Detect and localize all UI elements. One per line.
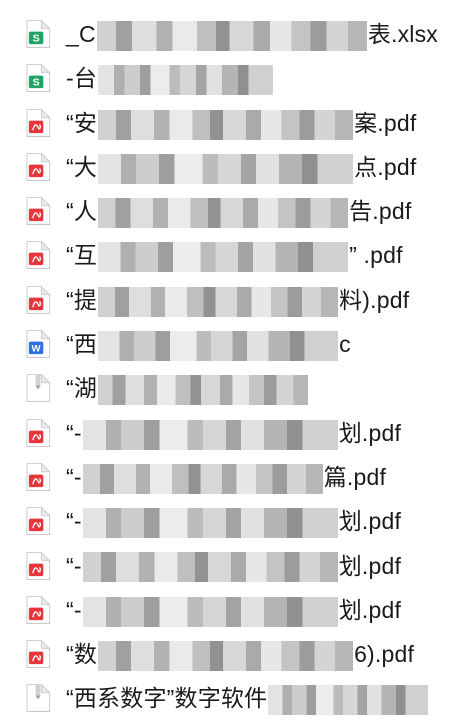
pdf-icon [26,285,51,315]
file-name-extension: c [339,331,351,358]
pdf-icon [26,108,51,138]
file-name-prefix: “西系数字”数字软件 [66,685,268,712]
file-row[interactable]: “湖 [0,366,450,410]
redacted-mosaic [268,685,429,716]
redacted-mosaic [98,153,354,184]
file-row[interactable]: “- 划.pdf [0,588,450,632]
redacted-mosaic [98,331,339,361]
file-row[interactable]: “互 ” .pdf [0,233,450,277]
redacted-mosaic [98,641,354,672]
file-row[interactable]: “- 篇.pdf [0,455,450,499]
file-row[interactable]: S -台 [0,56,450,100]
word-document-icon: W [26,330,51,359]
file-name-prefix: “- [66,419,82,446]
file-name-prefix: “互 [66,242,98,269]
redacted-mosaic [82,419,338,450]
file-name-prefix: “- [66,463,82,490]
redacted-mosaic [98,109,354,140]
spreadsheet-icon: S [26,64,51,93]
redacted-mosaic [82,508,338,539]
redacted-mosaic [98,65,274,96]
file-row[interactable]: W “西 c [0,322,450,366]
file-name-extension: 告.pdf [349,198,412,225]
file-name-extension: 划.pdf [338,419,402,446]
file-row[interactable]: “安 案.pdf [0,101,450,145]
file-name-extension: 6).pdf [354,641,415,668]
file-row[interactable]: “大 点.pdf [0,145,450,189]
file-name: “数 6).pdf [66,632,414,676]
file-name: “- 篇.pdf [66,455,386,499]
svg-text:W: W [32,344,42,355]
file-name-prefix: “湖 [66,375,98,402]
file-name: “人 告.pdf [66,189,411,233]
file-name-prefix: “- [66,508,82,535]
file-name-prefix: “提 [66,286,98,313]
file-row[interactable]: “- 划.pdf [0,499,450,543]
file-name-prefix: “大 [66,153,98,180]
file-name-extension: 表.xlsx [367,21,439,47]
file-name-prefix: “数 [66,641,98,668]
file-name: “提 料).pdf [66,278,409,322]
file-name-extension: 划.pdf [338,552,402,579]
pdf-icon [26,595,51,625]
file-name: “安 案.pdf [66,101,416,145]
file-row[interactable]: “提 料).pdf [0,278,450,322]
file-name-extension: 划.pdf [338,508,402,535]
file-row[interactable]: “- 划.pdf [0,544,450,588]
file-name: “互 ” .pdf [66,233,403,277]
file-name: “大 点.pdf [66,145,416,189]
file-name-prefix: “- [66,552,82,579]
file-name-prefix: “- [66,596,82,623]
file-name: “- 划.pdf [66,411,401,455]
file-name-extension: 点.pdf [354,153,417,180]
redacted-mosaic [98,242,349,273]
file-name: “- 划.pdf [66,588,401,632]
file-row[interactable]: S _C 表.xlsx [0,12,450,56]
pdf-icon [26,197,51,226]
file-row[interactable]: “- 划.pdf [0,411,450,455]
spreadsheet-icon: S [26,20,51,49]
redacted-mosaic [82,463,323,494]
file-name: “西 c [66,322,351,366]
file-row[interactable]: “人 告.pdf [0,189,450,233]
pdf-icon [26,507,51,536]
generic-file-icon [26,374,51,403]
file-row[interactable]: “数 6).pdf [0,632,450,676]
redacted-mosaic [98,286,339,317]
redacted-mosaic [96,20,367,51]
file-name-prefix: “安 [66,109,98,136]
file-name: “湖 [66,366,309,410]
file-name: _C 表.xlsx [66,12,438,56]
svg-text:S: S [33,33,40,45]
file-row[interactable]: “西系数字”数字软件 [0,676,450,720]
file-name: “- 划.pdf [66,499,401,543]
file-name-prefix: -台 [66,65,98,92]
pdf-icon [26,152,51,182]
file-list: S _C 表.xlsx S -台 “安 案.pdf “大 点.pdf “人 告.pdf “互 ” .pd… [0,12,450,721]
file-name-prefix: _C [66,21,96,47]
file-name-prefix: “西 [66,331,98,358]
pdf-icon [26,241,51,270]
file-name-extension: 案.pdf [354,109,417,136]
pdf-icon [26,640,51,669]
redacted-mosaic [98,375,309,406]
file-name-extension: 划.pdf [338,596,402,623]
file-name-prefix: “人 [66,198,98,225]
pdf-icon [26,551,51,581]
redacted-mosaic [82,596,338,627]
file-name: -台 [66,56,274,100]
file-name: “西系数字”数字软件 [66,676,429,720]
pdf-icon [26,462,51,492]
file-name-extension: 料).pdf [339,286,410,313]
redacted-mosaic [98,198,349,229]
file-name-extension: ” .pdf [349,242,403,269]
svg-text:S: S [33,77,40,89]
pdf-icon [26,418,51,448]
file-name-extension: 篇.pdf [323,463,387,490]
redacted-mosaic [82,552,338,583]
generic-file-icon [26,684,51,713]
file-name: “- 划.pdf [66,544,401,588]
